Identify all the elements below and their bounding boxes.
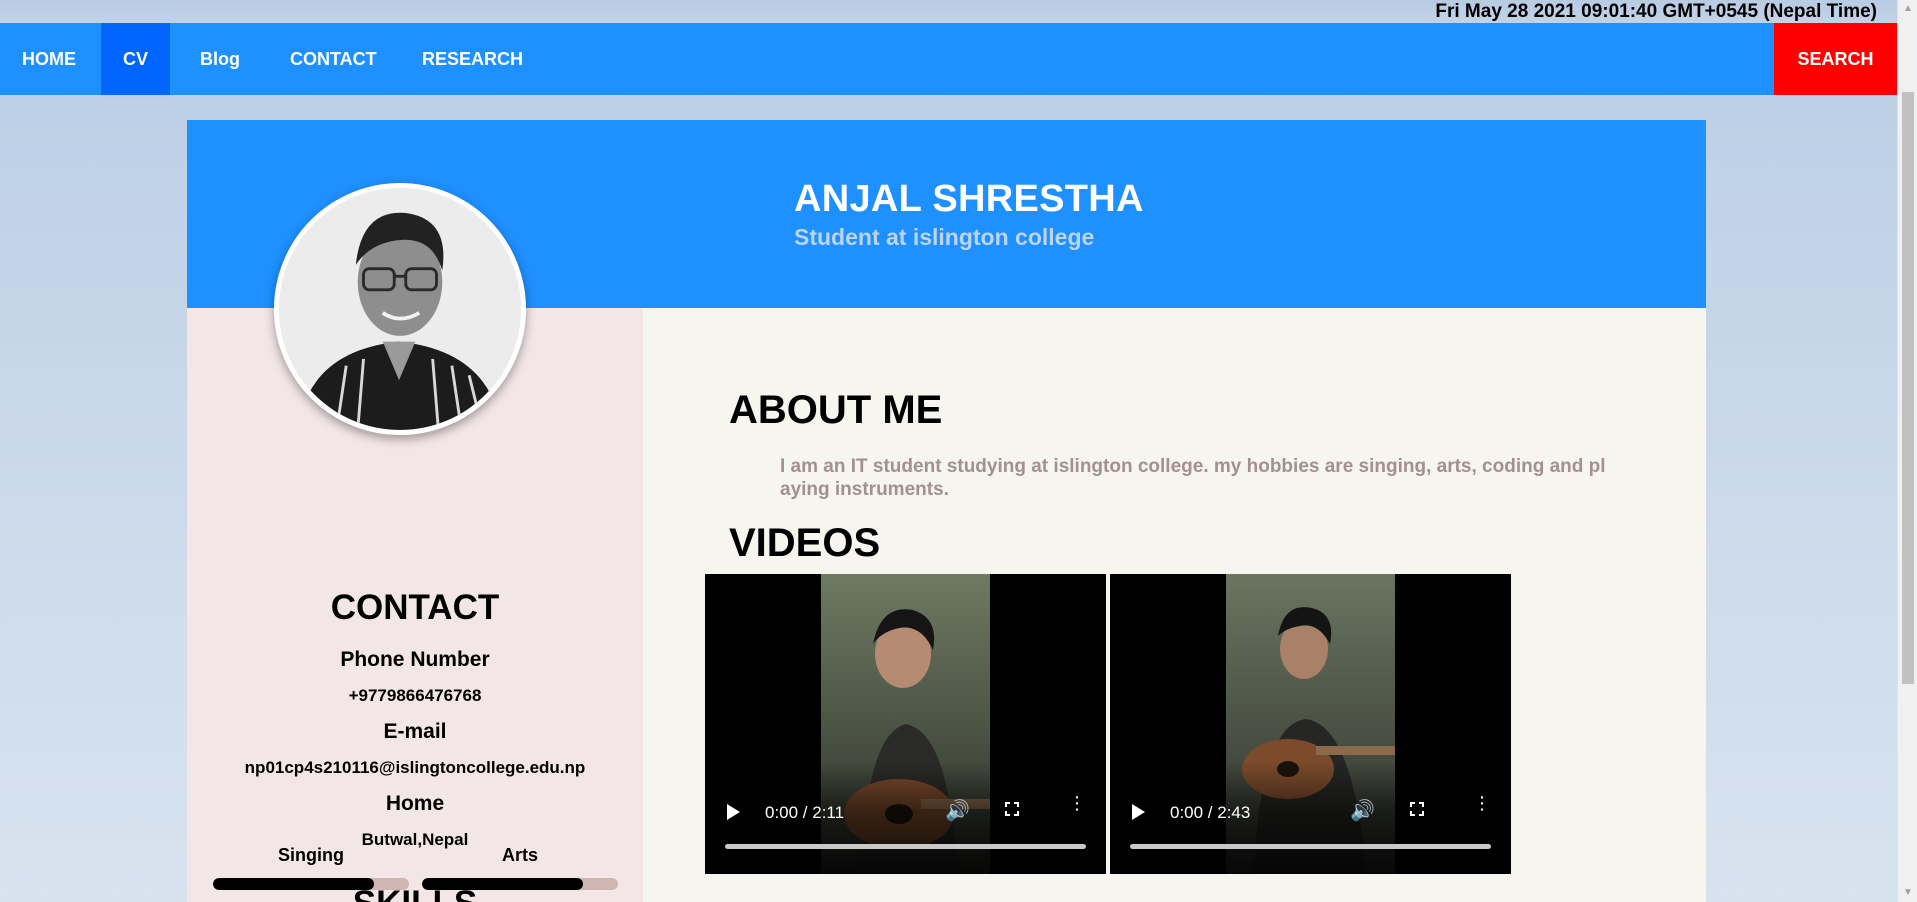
cv-card: ANJAL SHRESTHA Student at islington coll…: [187, 120, 1706, 902]
person-photo-icon: [279, 188, 521, 430]
nav-research[interactable]: RESEARCH: [400, 23, 545, 95]
video-time: 0:00 / 2:11: [765, 803, 845, 822]
about-heading: ABOUT ME: [729, 388, 943, 432]
nav-cv[interactable]: CV: [101, 23, 171, 95]
phone-value: +9779866476768: [348, 686, 482, 705]
contact-heading: CONTACT: [330, 588, 500, 627]
skill-singing: Singing: [213, 845, 409, 890]
volume-icon[interactable]: 🔊: [945, 800, 970, 822]
scroll-up-icon[interactable]: ▲: [1898, 2, 1917, 16]
skill-bar-track: [422, 878, 618, 890]
video-progress-bar[interactable]: [1130, 844, 1491, 849]
clock-text: Fri May 28 2021 09:01:40 GMT+0545 (Nepal…: [1435, 1, 1877, 22]
scroll-down-icon[interactable]: ▼: [1898, 886, 1917, 900]
more-options-icon[interactable]: ⋮: [1473, 794, 1491, 812]
page-scrollbar[interactable]: ▲ ▼: [1897, 0, 1917, 902]
about-text: I am an IT student studying at islington…: [780, 456, 1606, 500]
video-time: 0:00 / 2:43: [1170, 803, 1251, 822]
more-options-icon[interactable]: ⋮: [1068, 794, 1086, 812]
videos-heading: VIDEOS: [729, 521, 881, 565]
skill-bar-fill: [422, 878, 583, 890]
play-icon[interactable]: [1132, 804, 1145, 820]
video-controls: 0:00 / 2:43 🔊 ⋮: [1110, 762, 1511, 874]
skill-arts: Arts: [422, 845, 618, 890]
scrollbar-thumb[interactable]: [1902, 92, 1914, 684]
email-label: E-mail: [383, 720, 447, 743]
phone-label: Phone Number: [340, 648, 490, 671]
video-player-1[interactable]: 0:00 / 2:11 🔊 ⋮: [705, 574, 1106, 874]
volume-icon[interactable]: 🔊: [1350, 800, 1375, 822]
fullscreen-icon[interactable]: [1410, 802, 1424, 816]
skill-bar-track: [213, 878, 409, 890]
video-controls: 0:00 / 2:11 🔊 ⋮: [705, 762, 1106, 874]
profile-subtitle: Student at islington college: [794, 224, 1095, 250]
skill-name: Singing: [278, 845, 344, 865]
home-label: Home: [385, 792, 445, 815]
email-value: np01cp4s210116@islingtoncollege.edu.np: [244, 758, 586, 777]
top-navbar: HOME CV Blog CONTACT RESEARCH SEARCH: [0, 23, 1897, 95]
profile-photo: [274, 183, 526, 435]
nav-blog[interactable]: Blog: [178, 23, 262, 95]
fullscreen-icon[interactable]: [1005, 802, 1019, 816]
search-button[interactable]: SEARCH: [1774, 23, 1897, 95]
nav-home[interactable]: HOME: [0, 23, 98, 95]
main-content: ABOUT ME I am an IT student studying at …: [643, 308, 1706, 902]
video-progress-bar[interactable]: [725, 844, 1086, 849]
clock-bar: Fri May 28 2021 09:01:40 GMT+0545 (Nepal…: [0, 0, 1897, 23]
video-player-2[interactable]: 0:00 / 2:43 🔊 ⋮: [1110, 574, 1511, 874]
skill-bar-fill: [213, 878, 374, 890]
play-icon[interactable]: [727, 804, 740, 820]
nav-contact[interactable]: CONTACT: [268, 23, 399, 95]
profile-name: ANJAL SHRESTHA: [794, 178, 1144, 220]
skill-name: Arts: [501, 845, 538, 865]
